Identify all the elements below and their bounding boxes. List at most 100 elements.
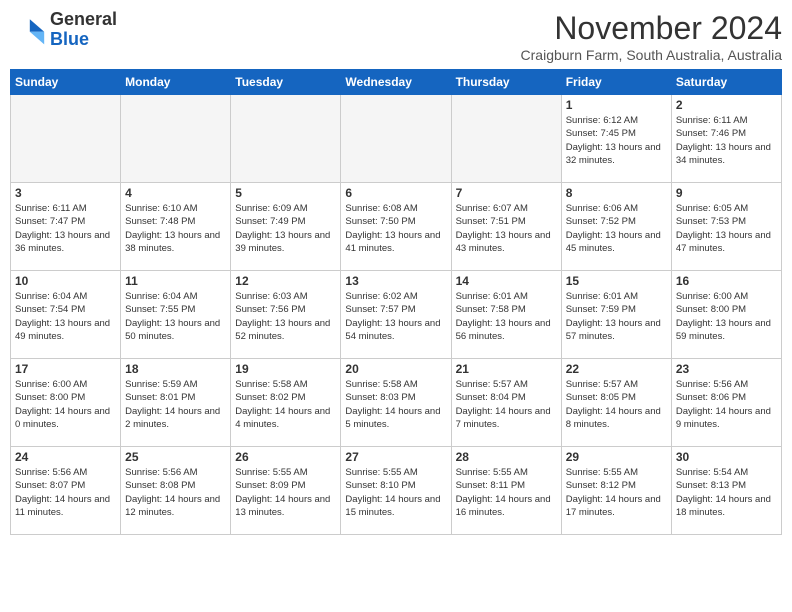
day-number: 16 bbox=[676, 274, 777, 288]
day-number: 21 bbox=[456, 362, 557, 376]
day-number: 28 bbox=[456, 450, 557, 464]
calendar-week-row: 10 Sunrise: 6:04 AMSunset: 7:54 PMDayligh… bbox=[11, 271, 782, 359]
day-number: 24 bbox=[15, 450, 116, 464]
day-number: 25 bbox=[125, 450, 226, 464]
calendar-week-row: 3Sunrise: 6:11 AMSunset: 7:47 PMDaylight… bbox=[11, 183, 782, 271]
day-info: Sunrise: 6:02 AMSunset: 7:57 PMDaylight:… bbox=[345, 290, 446, 343]
location-subtitle: Craigburn Farm, South Australia, Austral… bbox=[521, 47, 782, 63]
day-number: 10 bbox=[15, 274, 116, 288]
day-info: Sunrise: 5:58 AMSunset: 8:03 PMDaylight:… bbox=[345, 378, 446, 431]
day-number: 23 bbox=[676, 362, 777, 376]
calendar-day-cell: 4Sunrise: 6:10 AMSunset: 7:48 PMDaylight… bbox=[121, 183, 231, 271]
day-info: Sunrise: 6:12 AMSunset: 7:45 PMDaylight:… bbox=[566, 114, 667, 167]
calendar-day-cell bbox=[121, 95, 231, 183]
day-info: Sunrise: 6:11 AMSunset: 7:47 PMDaylight:… bbox=[15, 202, 116, 255]
day-number: 19 bbox=[235, 362, 336, 376]
calendar-header-row: SundayMondayTuesdayWednesdayThursdayFrid… bbox=[11, 70, 782, 95]
logo-icon bbox=[10, 12, 46, 48]
calendar-day-cell: 23 Sunrise: 5:56 AMSunset: 8:06 PMDayligh… bbox=[671, 359, 781, 447]
logo-text: General Blue bbox=[50, 10, 117, 50]
day-info: Sunrise: 6:00 AMSunset: 8:00 PMDaylight:… bbox=[15, 378, 116, 431]
day-header-saturday: Saturday bbox=[671, 70, 781, 95]
day-number: 29 bbox=[566, 450, 667, 464]
calendar-day-cell: 1 Sunrise: 6:12 AMSunset: 7:45 PMDaylight… bbox=[561, 95, 671, 183]
day-info: Sunrise: 5:55 AMSunset: 8:12 PMDaylight:… bbox=[566, 466, 667, 519]
calendar-day-cell: 30 Sunrise: 5:54 AMSunset: 8:13 PMDayligh… bbox=[671, 447, 781, 535]
day-number: 15 bbox=[566, 274, 667, 288]
day-number: 5 bbox=[235, 186, 336, 200]
calendar-table: SundayMondayTuesdayWednesdayThursdayFrid… bbox=[10, 69, 782, 535]
calendar-day-cell: 11 Sunrise: 6:04 AMSunset: 7:55 PMDayligh… bbox=[121, 271, 231, 359]
day-number: 30 bbox=[676, 450, 777, 464]
day-number: 14 bbox=[456, 274, 557, 288]
day-number: 2 bbox=[676, 98, 777, 112]
logo: General Blue bbox=[10, 10, 117, 50]
calendar-day-cell bbox=[11, 95, 121, 183]
calendar-day-cell: 7Sunrise: 6:07 AMSunset: 7:51 PMDaylight… bbox=[451, 183, 561, 271]
calendar-day-cell bbox=[341, 95, 451, 183]
day-info: Sunrise: 5:58 AMSunset: 8:02 PMDaylight:… bbox=[235, 378, 336, 431]
calendar-day-cell: 15 Sunrise: 6:01 AMSunset: 7:59 PMDayligh… bbox=[561, 271, 671, 359]
day-info: Sunrise: 5:55 AMSunset: 8:11 PMDaylight:… bbox=[456, 466, 557, 519]
calendar-day-cell: 18 Sunrise: 5:59 AMSunset: 8:01 PMDayligh… bbox=[121, 359, 231, 447]
day-info: Sunrise: 6:00 AMSunset: 8:00 PMDaylight:… bbox=[676, 290, 777, 343]
calendar-day-cell: 21 Sunrise: 5:57 AMSunset: 8:04 PMDayligh… bbox=[451, 359, 561, 447]
calendar-day-cell: 3Sunrise: 6:11 AMSunset: 7:47 PMDaylight… bbox=[11, 183, 121, 271]
day-number: 20 bbox=[345, 362, 446, 376]
calendar-day-cell bbox=[231, 95, 341, 183]
calendar-day-cell: 13 Sunrise: 6:02 AMSunset: 7:57 PMDayligh… bbox=[341, 271, 451, 359]
title-area: November 2024 Craigburn Farm, South Aust… bbox=[521, 10, 782, 63]
calendar-day-cell: 10 Sunrise: 6:04 AMSunset: 7:54 PMDayligh… bbox=[11, 271, 121, 359]
day-number: 11 bbox=[125, 274, 226, 288]
day-number: 22 bbox=[566, 362, 667, 376]
calendar-week-row: 24 Sunrise: 5:56 AMSunset: 8:07 PMDayligh… bbox=[11, 447, 782, 535]
calendar-day-cell: 16 Sunrise: 6:00 AMSunset: 8:00 PMDayligh… bbox=[671, 271, 781, 359]
calendar-day-cell: 17 Sunrise: 6:00 AMSunset: 8:00 PMDayligh… bbox=[11, 359, 121, 447]
day-info: Sunrise: 5:56 AMSunset: 8:06 PMDaylight:… bbox=[676, 378, 777, 431]
day-number: 13 bbox=[345, 274, 446, 288]
day-number: 18 bbox=[125, 362, 226, 376]
day-info: Sunrise: 6:11 AMSunset: 7:46 PMDaylight:… bbox=[676, 114, 777, 167]
calendar-day-cell: 19 Sunrise: 5:58 AMSunset: 8:02 PMDayligh… bbox=[231, 359, 341, 447]
day-info: Sunrise: 5:56 AMSunset: 8:08 PMDaylight:… bbox=[125, 466, 226, 519]
day-info: Sunrise: 6:01 AMSunset: 7:59 PMDaylight:… bbox=[566, 290, 667, 343]
day-info: Sunrise: 6:04 AMSunset: 7:54 PMDaylight:… bbox=[15, 290, 116, 343]
calendar-day-cell: 28 Sunrise: 5:55 AMSunset: 8:11 PMDayligh… bbox=[451, 447, 561, 535]
calendar-day-cell: 9Sunrise: 6:05 AMSunset: 7:53 PMDaylight… bbox=[671, 183, 781, 271]
day-number: 1 bbox=[566, 98, 667, 112]
calendar-day-cell: 14 Sunrise: 6:01 AMSunset: 7:58 PMDayligh… bbox=[451, 271, 561, 359]
day-info: Sunrise: 6:04 AMSunset: 7:55 PMDaylight:… bbox=[125, 290, 226, 343]
day-number: 12 bbox=[235, 274, 336, 288]
page-header: General Blue November 2024 Craigburn Far… bbox=[10, 10, 782, 63]
calendar-day-cell: 5 Sunrise: 6:09 AMSunset: 7:49 PMDaylight… bbox=[231, 183, 341, 271]
day-header-sunday: Sunday bbox=[11, 70, 121, 95]
day-number: 17 bbox=[15, 362, 116, 376]
calendar-day-cell: 25 Sunrise: 5:56 AMSunset: 8:08 PMDayligh… bbox=[121, 447, 231, 535]
day-info: Sunrise: 6:03 AMSunset: 7:56 PMDaylight:… bbox=[235, 290, 336, 343]
day-info: Sunrise: 6:06 AMSunset: 7:52 PMDaylight:… bbox=[566, 202, 667, 255]
day-info: Sunrise: 6:08 AMSunset: 7:50 PMDaylight:… bbox=[345, 202, 446, 255]
calendar-day-cell: 27 Sunrise: 5:55 AMSunset: 8:10 PMDayligh… bbox=[341, 447, 451, 535]
day-info: Sunrise: 5:55 AMSunset: 8:09 PMDaylight:… bbox=[235, 466, 336, 519]
day-number: 27 bbox=[345, 450, 446, 464]
day-info: Sunrise: 6:07 AMSunset: 7:51 PMDaylight:… bbox=[456, 202, 557, 255]
day-info: Sunrise: 5:57 AMSunset: 8:05 PMDaylight:… bbox=[566, 378, 667, 431]
calendar-day-cell: 29 Sunrise: 5:55 AMSunset: 8:12 PMDayligh… bbox=[561, 447, 671, 535]
day-info: Sunrise: 5:55 AMSunset: 8:10 PMDaylight:… bbox=[345, 466, 446, 519]
calendar-day-cell: 2 Sunrise: 6:11 AMSunset: 7:46 PMDaylight… bbox=[671, 95, 781, 183]
calendar-day-cell: 20 Sunrise: 5:58 AMSunset: 8:03 PMDayligh… bbox=[341, 359, 451, 447]
day-info: Sunrise: 5:54 AMSunset: 8:13 PMDaylight:… bbox=[676, 466, 777, 519]
day-header-tuesday: Tuesday bbox=[231, 70, 341, 95]
day-number: 8 bbox=[566, 186, 667, 200]
calendar-day-cell: 26Sunrise: 5:55 AMSunset: 8:09 PMDayligh… bbox=[231, 447, 341, 535]
day-info: Sunrise: 5:59 AMSunset: 8:01 PMDaylight:… bbox=[125, 378, 226, 431]
calendar-week-row: 1 Sunrise: 6:12 AMSunset: 7:45 PMDaylight… bbox=[11, 95, 782, 183]
day-info: Sunrise: 5:57 AMSunset: 8:04 PMDaylight:… bbox=[456, 378, 557, 431]
day-info: Sunrise: 6:01 AMSunset: 7:58 PMDaylight:… bbox=[456, 290, 557, 343]
calendar-day-cell bbox=[451, 95, 561, 183]
day-info: Sunrise: 6:10 AMSunset: 7:48 PMDaylight:… bbox=[125, 202, 226, 255]
day-info: Sunrise: 6:09 AMSunset: 7:49 PMDaylight:… bbox=[235, 202, 336, 255]
day-header-monday: Monday bbox=[121, 70, 231, 95]
calendar-day-cell: 8 Sunrise: 6:06 AMSunset: 7:52 PMDaylight… bbox=[561, 183, 671, 271]
day-info: Sunrise: 5:56 AMSunset: 8:07 PMDaylight:… bbox=[15, 466, 116, 519]
